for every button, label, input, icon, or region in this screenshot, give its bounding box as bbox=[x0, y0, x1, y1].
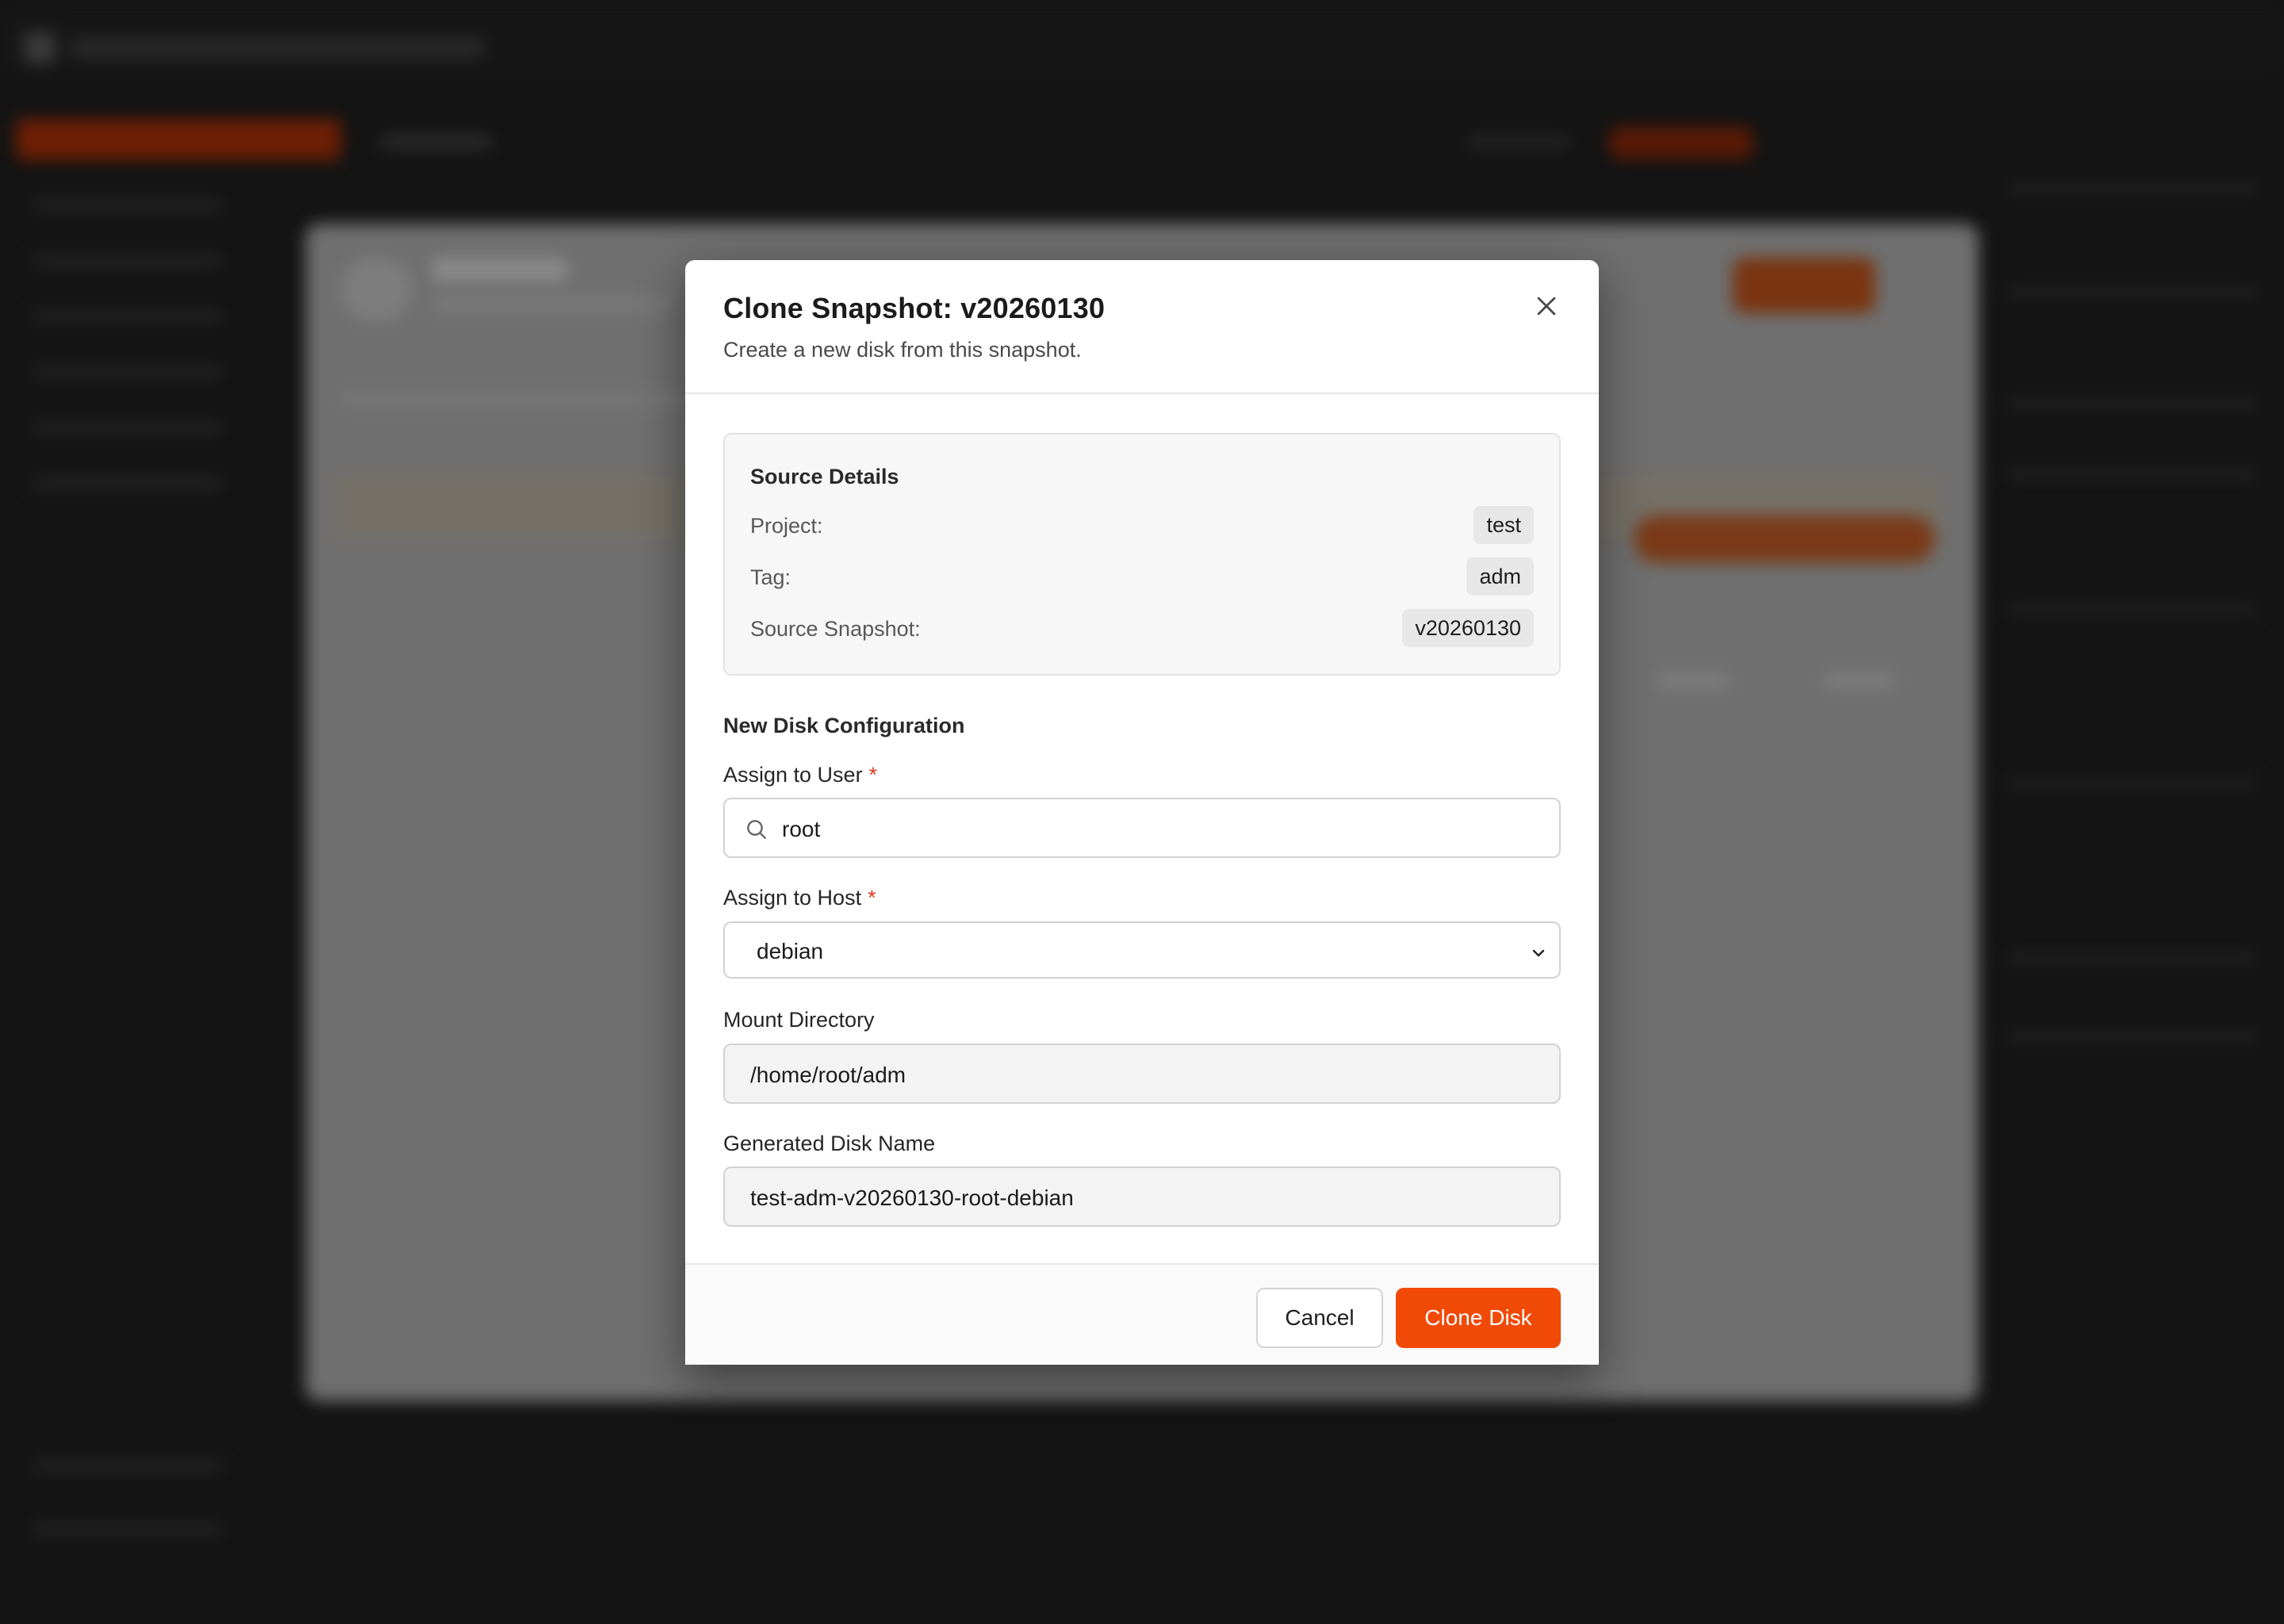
background-panel-strip bbox=[341, 393, 738, 407]
dialog-header: Clone Snapshot: v20260130 Create a new d… bbox=[685, 260, 1599, 394]
background-right-item bbox=[2006, 285, 2260, 298]
background-nav bbox=[381, 135, 492, 149]
screen: Clone Snapshot: v20260130 Create a new d… bbox=[0, 0, 2284, 1624]
background-action-button bbox=[1610, 127, 1753, 159]
background-column-header bbox=[1824, 674, 1895, 688]
close-icon bbox=[1537, 297, 1556, 316]
background-sidebar-item bbox=[32, 198, 222, 213]
background-right-item bbox=[2006, 777, 2260, 790]
background-nav bbox=[1467, 135, 1570, 149]
background-right-item bbox=[2006, 182, 2260, 195]
user-input-value: root bbox=[782, 817, 821, 841]
detail-label: Tag: bbox=[750, 565, 791, 589]
background-right-item bbox=[2006, 1031, 2260, 1044]
chevron-down-icon bbox=[1532, 949, 1545, 957]
detail-row-project: Project: test bbox=[750, 506, 1534, 544]
background-sidebar-item bbox=[32, 476, 222, 490]
mount-directory-field[interactable]: /home/root/adm bbox=[723, 1044, 1561, 1104]
host-select-value: debian bbox=[757, 939, 824, 963]
detail-label: Project: bbox=[750, 514, 823, 538]
disk-name-value: test-adm-v20260130-root-debian bbox=[750, 1185, 1074, 1210]
required-marker: * bbox=[868, 886, 876, 910]
search-icon bbox=[747, 820, 766, 839]
user-field-label: Assign to User * bbox=[723, 763, 877, 787]
mount-field-label: Mount Directory bbox=[723, 1008, 875, 1032]
background-avatar bbox=[341, 258, 412, 321]
mount-directory-value: /home/root/adm bbox=[750, 1063, 906, 1087]
dialog-title: Clone Snapshot: v20260130 bbox=[723, 292, 1106, 324]
disk-name-field[interactable]: test-adm-v20260130-root-debian bbox=[723, 1166, 1561, 1227]
clone-snapshot-dialog: Clone Snapshot: v20260130 Create a new d… bbox=[685, 260, 1599, 1365]
background-sidebar-item bbox=[32, 365, 222, 379]
dialog-footer: Cancel Clone Disk bbox=[685, 1263, 1599, 1365]
background-sidebar-item bbox=[32, 1459, 222, 1473]
host-field-label: Assign to Host * bbox=[723, 886, 876, 910]
detail-row-source-snapshot: Source Snapshot: v20260130 bbox=[750, 609, 1534, 647]
user-label-text: Assign to User bbox=[723, 763, 863, 787]
project-badge: test bbox=[1473, 506, 1534, 544]
required-marker: * bbox=[868, 763, 878, 787]
background-sidebar-item bbox=[32, 1522, 222, 1537]
background-panel-badge bbox=[1634, 515, 1935, 563]
detail-row-tag: Tag: adm bbox=[750, 557, 1534, 596]
background-right-item bbox=[2006, 952, 2260, 964]
host-label-text: Assign to Host bbox=[723, 886, 862, 910]
background-app-title bbox=[71, 38, 484, 57]
source-details-panel: Source Details Project: test Tag: adm So… bbox=[723, 433, 1561, 676]
close-button[interactable] bbox=[1524, 284, 1569, 328]
background-highlight-bar bbox=[16, 119, 341, 160]
snapshot-badge: v20260130 bbox=[1402, 609, 1534, 647]
host-select[interactable]: debian bbox=[723, 921, 1561, 979]
background-right-item bbox=[2006, 468, 2260, 481]
background-right-item bbox=[2006, 603, 2260, 615]
background-logo bbox=[24, 32, 56, 63]
background-sidebar-item bbox=[32, 309, 222, 324]
background-sidebar-item bbox=[32, 420, 222, 435]
tag-badge: adm bbox=[1466, 557, 1534, 596]
source-details-heading: Source Details bbox=[750, 465, 899, 488]
background-sidebar-item bbox=[32, 254, 222, 268]
background-column-header bbox=[1657, 674, 1729, 688]
dialog-subtitle: Create a new disk from this snapshot. bbox=[723, 338, 1082, 362]
disk-name-field-label: Generated Disk Name bbox=[723, 1132, 936, 1155]
cancel-button[interactable]: Cancel bbox=[1256, 1288, 1383, 1348]
background-right-item bbox=[2006, 396, 2260, 409]
detail-label: Source Snapshot: bbox=[750, 617, 921, 641]
config-heading: New Disk Configuration bbox=[723, 714, 965, 737]
clone-disk-button[interactable]: Clone Disk bbox=[1396, 1288, 1561, 1348]
background-panel-title bbox=[432, 258, 567, 282]
user-search-input[interactable]: root bbox=[723, 798, 1561, 858]
background-panel-button bbox=[1733, 258, 1876, 313]
background-panel-subtitle bbox=[432, 297, 670, 312]
